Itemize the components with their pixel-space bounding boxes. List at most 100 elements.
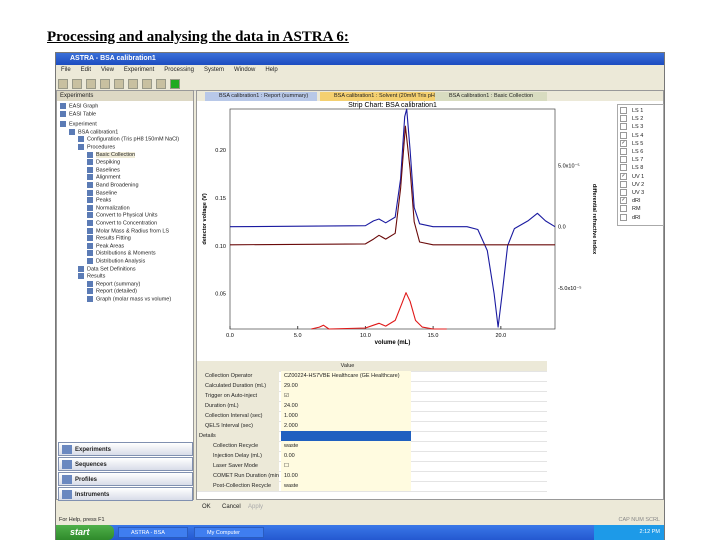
- legend-checkbox[interactable]: [620, 180, 627, 188]
- nav-instruments[interactable]: Instruments: [58, 487, 193, 501]
- chart-title: Strip Chart: BSA calibration1: [348, 102, 437, 109]
- strip-chart: Strip Chart: BSA calibration1 0.0 5.0 10.0 1…: [202, 102, 597, 346]
- property-value[interactable]: 29.00: [281, 381, 411, 391]
- menu-view[interactable]: View: [101, 67, 114, 73]
- document-tab[interactable]: BSA calibration1 : Basic Collection: [435, 92, 547, 101]
- new-icon[interactable]: [58, 79, 68, 89]
- key-indicators: CAP NUM SCRL: [618, 517, 660, 523]
- property-value[interactable]: waste: [281, 441, 411, 451]
- menu-edit[interactable]: Edit: [81, 67, 91, 73]
- nav-profiles[interactable]: Profiles: [58, 472, 193, 486]
- ok-button[interactable]: OK: [202, 501, 211, 513]
- legend-item[interactable]: UV 2: [620, 180, 644, 188]
- legend-item[interactable]: LS 6: [620, 148, 643, 155]
- tree-item-label: Report (detailed): [96, 288, 137, 295]
- legend-checkbox[interactable]: ✓: [620, 197, 627, 205]
- legend-checkbox[interactable]: [620, 123, 627, 131]
- paste-icon[interactable]: [156, 79, 166, 89]
- start-button[interactable]: start: [56, 525, 114, 540]
- legend-checkbox[interactable]: [620, 107, 627, 114]
- nav-experiments[interactable]: Experiments: [58, 442, 193, 456]
- tree-item-label: Data Set Definitions: [87, 266, 136, 273]
- nav-sequences[interactable]: Sequences: [58, 457, 193, 471]
- print-preview-icon[interactable]: [114, 79, 124, 89]
- y-tick-label: 0.05: [215, 292, 226, 298]
- task-astra[interactable]: ASTRA - BSA calibrati...: [118, 527, 188, 547]
- legend-item[interactable]: LS 2: [620, 115, 644, 123]
- cancel-button[interactable]: Cancel: [222, 501, 241, 513]
- nav-label: Sequences: [75, 462, 107, 468]
- menu-experiment[interactable]: Experiment: [124, 67, 154, 73]
- property-value[interactable]: ☐: [281, 461, 411, 471]
- legend-item[interactable]: ✓ dRI: [620, 197, 641, 205]
- tree-item-label: Graph (molar mass vs volume): [96, 296, 172, 303]
- property-value[interactable]: 2.000: [281, 421, 411, 431]
- tree-node-icon: [87, 189, 93, 196]
- series-uv-1: [229, 125, 555, 246]
- legend-checkbox[interactable]: [620, 189, 627, 196]
- tree-node-icon: [87, 159, 93, 166]
- tree-item-label: Band Broadening: [96, 182, 139, 189]
- legend-checkbox[interactable]: [620, 115, 627, 123]
- tree-node-icon: [87, 212, 93, 219]
- legend-checkbox[interactable]: [620, 156, 627, 164]
- cut-icon[interactable]: [128, 79, 138, 89]
- property-value[interactable]: 0.00: [281, 451, 411, 461]
- menu-file[interactable]: File: [61, 67, 71, 73]
- menu-help[interactable]: Help: [265, 67, 277, 73]
- legend-checkbox[interactable]: [620, 213, 627, 221]
- legend-checkbox[interactable]: [620, 131, 627, 139]
- tree-node-icon: [87, 166, 93, 173]
- apply-button[interactable]: Apply: [248, 501, 263, 513]
- tree-item-label: Normalization: [96, 205, 130, 212]
- legend-item[interactable]: ✓ LS 5: [620, 139, 643, 147]
- tree-node-icon: [87, 258, 93, 264]
- legend-item[interactable]: UV 3: [620, 189, 644, 196]
- legend-item[interactable]: LS 8: [620, 164, 643, 172]
- property-value[interactable]: 1.000: [281, 411, 411, 421]
- tree-item-label: Alignment: [96, 174, 121, 181]
- legend-item[interactable]: RM: [620, 205, 641, 213]
- tree-item[interactable]: Graph (molar mass vs volume): [87, 296, 171, 304]
- legend-item[interactable]: LS 1: [620, 107, 643, 114]
- property-key: Trigger on Auto-inject: [197, 391, 279, 401]
- menu-window[interactable]: Window: [234, 67, 255, 73]
- legend-label: UV 3: [632, 189, 645, 196]
- property-key: Post-Collection Recycle: [197, 481, 279, 491]
- legend-item[interactable]: dRI: [620, 213, 641, 221]
- property-value[interactable]: CZ00224-HS7VBE Healthcare (GE Healthcare…: [281, 371, 411, 381]
- legend-checkbox[interactable]: [620, 205, 627, 213]
- legend-item[interactable]: ✓ UV 1: [620, 172, 644, 180]
- document-tab[interactable]: BSA calibration1 : Report (summary): [205, 92, 317, 101]
- property-value[interactable]: ☑: [281, 391, 411, 401]
- copy-icon[interactable]: [142, 79, 152, 89]
- panel-header: Experiments: [57, 91, 193, 101]
- property-row: Post-Collection Recycle waste: [197, 481, 547, 492]
- menu-processing[interactable]: Processing: [164, 67, 194, 73]
- property-key: Duration (mL): [197, 401, 279, 411]
- legend-checkbox[interactable]: [620, 164, 627, 172]
- legend-checkbox[interactable]: [620, 148, 627, 155]
- task-my-computer[interactable]: My Computer: [194, 527, 264, 538]
- property-value[interactable]: 10.00: [281, 471, 411, 481]
- save-icon[interactable]: [86, 79, 96, 89]
- tree-item[interactable]: EASI Table: [60, 110, 96, 119]
- legend-checkbox[interactable]: ✓: [620, 172, 627, 180]
- legend-item[interactable]: LS 4: [620, 131, 643, 139]
- run-icon[interactable]: [170, 79, 180, 89]
- open-icon[interactable]: [72, 79, 82, 89]
- property-value[interactable]: [281, 431, 411, 441]
- tree-item-label: Experiment: [69, 121, 97, 128]
- property-value[interactable]: waste: [281, 481, 411, 491]
- property-key: Laser Saver Mode: [197, 461, 279, 471]
- menu-system[interactable]: System: [204, 67, 224, 73]
- print-icon[interactable]: [100, 79, 110, 89]
- legend-item[interactable]: LS 3: [620, 123, 643, 131]
- property-value[interactable]: 24.00: [281, 401, 411, 411]
- experiments-icon: [62, 445, 72, 454]
- legend-checkbox[interactable]: ✓: [620, 139, 627, 147]
- tree-item-label: Peak Areas: [96, 243, 125, 250]
- legend-label: LS 2: [632, 116, 644, 123]
- legend-item[interactable]: LS 7: [620, 156, 643, 164]
- tree-node-icon: [78, 144, 84, 150]
